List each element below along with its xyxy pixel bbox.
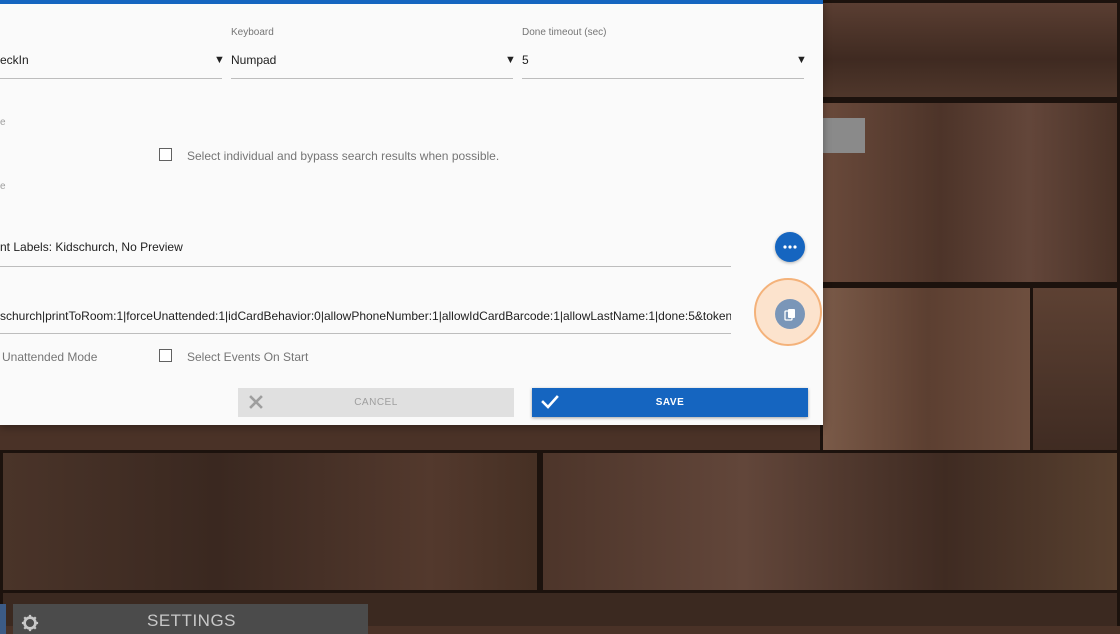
wood-plank: [820, 100, 1120, 285]
wood-plank: [1030, 285, 1120, 455]
wood-plank: [820, 285, 1035, 455]
print-labels-underline: [0, 266, 731, 267]
wood-plank: [820, 0, 1120, 100]
kiosk-url-underline: [0, 333, 731, 334]
checkmark-icon: [541, 395, 559, 409]
bypass-search-label: Select individual and bypass search resu…: [187, 149, 500, 163]
gear-icon: [21, 614, 39, 632]
dialog-top-bar: [0, 0, 823, 4]
wood-plank: [540, 450, 1120, 595]
cancel-button-label: CANCEL: [354, 397, 398, 408]
clipped-label: e: [0, 181, 6, 192]
copy-url-button[interactable]: [775, 299, 805, 329]
background-panel-edge: [822, 118, 865, 153]
keyboard-select[interactable]: Numpad: [231, 53, 276, 67]
kiosk-settings-dialog: eckIn ▼ Keyboard Numpad ▼ Done timeout (…: [0, 0, 823, 425]
checkin-type-dropdown-arrow-icon[interactable]: ▼: [214, 54, 225, 66]
done-timeout-select[interactable]: 5: [522, 53, 529, 67]
x-icon: [249, 395, 263, 409]
kiosk-url-field[interactable]: schurch|printToRoom:1|forceUnattended:1|…: [0, 309, 731, 323]
save-button-label: SAVE: [655, 397, 685, 408]
bypass-search-checkbox[interactable]: [159, 148, 172, 161]
keyboard-dropdown-arrow-icon[interactable]: ▼: [505, 54, 516, 66]
settings-bar-label: SETTINGS: [147, 611, 237, 630]
select-events-label: Select Events On Start: [187, 350, 309, 364]
ellipsis-icon: [783, 245, 797, 249]
wood-plank: [0, 450, 540, 595]
more-options-button[interactable]: [775, 232, 805, 262]
cancel-button[interactable]: CANCEL: [238, 388, 514, 417]
done-timeout-dropdown-arrow-icon[interactable]: ▼: [796, 54, 807, 66]
done-timeout-label: Done timeout (sec): [522, 27, 607, 38]
print-labels-field[interactable]: nt Labels: Kidschurch, No Preview: [0, 240, 730, 254]
copy-icon: [784, 308, 795, 321]
settings-bar-edge: [0, 604, 6, 634]
keyboard-label: Keyboard: [231, 27, 274, 38]
unattended-mode-label: Unattended Mode: [2, 350, 98, 364]
keyboard-underline: [231, 78, 513, 79]
done-timeout-underline: [522, 78, 804, 79]
checkin-type-underline: [0, 78, 222, 79]
clipped-label: e: [0, 117, 6, 128]
select-events-checkbox[interactable]: [159, 349, 172, 362]
save-button[interactable]: SAVE: [532, 388, 808, 417]
checkin-type-select-value[interactable]: eckIn: [0, 53, 29, 67]
